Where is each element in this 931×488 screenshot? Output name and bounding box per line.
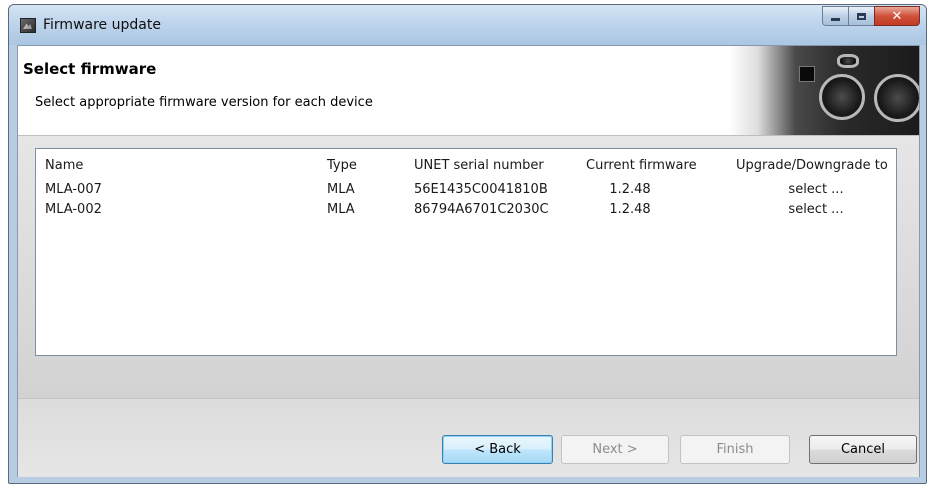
wizard-client-area: Select firmware Select appropriate firmw…	[17, 45, 920, 477]
maximize-button[interactable]	[848, 6, 874, 26]
wizard-footer: < Back Next > Finish Cancel	[18, 398, 919, 477]
page-title: Select firmware	[23, 60, 157, 78]
column-header-name[interactable]: Name	[45, 158, 83, 173]
window-controls: ✕	[822, 6, 920, 27]
close-icon: ✕	[891, 8, 903, 24]
device-type: MLA	[327, 202, 355, 217]
maximize-icon	[857, 12, 866, 20]
device-serial: 56E1435C0041810B	[414, 182, 548, 197]
table-row[interactable]: MLA-002 MLA 86794A6701C2030C 1.2.48 sele…	[36, 202, 896, 222]
connector-latch-image	[837, 54, 859, 68]
next-button[interactable]: Next >	[561, 435, 669, 464]
device-serial: 86794A6701C2030C	[414, 202, 549, 217]
table-row[interactable]: MLA-007 MLA 56E1435C0041810B 1.2.48 sele…	[36, 182, 896, 202]
minimize-icon	[831, 17, 840, 21]
column-header-serial[interactable]: UNET serial number	[414, 158, 544, 173]
device-name: MLA-007	[45, 182, 102, 197]
list-header: Name Type UNET serial number Current fir…	[36, 158, 896, 178]
firmware-update-window: Firmware update ✕ Select firmware Select…	[8, 4, 927, 484]
device-panel-image	[729, 46, 919, 135]
upgrade-select[interactable]: select ...	[741, 182, 891, 197]
device-current-firmware: 1.2.48	[609, 182, 651, 197]
wizard-header: Select firmware Select appropriate firmw…	[18, 46, 919, 136]
network-jack-image	[799, 66, 815, 82]
page-subtitle: Select appropriate firmware version for …	[35, 95, 373, 110]
device-type: MLA	[327, 182, 355, 197]
device-name: MLA-002	[45, 202, 102, 217]
column-header-current-firmware[interactable]: Current firmware	[586, 158, 697, 173]
xlr-connector-image	[874, 74, 919, 122]
column-header-type[interactable]: Type	[327, 158, 357, 173]
content-panel: Name Type UNET serial number Current fir…	[18, 136, 919, 398]
window-title: Firmware update	[43, 17, 161, 33]
close-button[interactable]: ✕	[874, 6, 920, 26]
firmware-app-icon	[20, 18, 36, 33]
connector-image	[819, 74, 865, 120]
minimize-button[interactable]	[822, 6, 848, 26]
device-list[interactable]: Name Type UNET serial number Current fir…	[35, 148, 897, 356]
title-bar[interactable]: Firmware update ✕	[9, 5, 926, 45]
column-header-upgrade[interactable]: Upgrade/Downgrade to	[736, 158, 888, 173]
cancel-button[interactable]: Cancel	[809, 435, 917, 464]
back-button[interactable]: < Back	[442, 435, 553, 464]
upgrade-select[interactable]: select ...	[741, 202, 891, 217]
finish-button[interactable]: Finish	[680, 435, 790, 464]
device-current-firmware: 1.2.48	[609, 202, 651, 217]
